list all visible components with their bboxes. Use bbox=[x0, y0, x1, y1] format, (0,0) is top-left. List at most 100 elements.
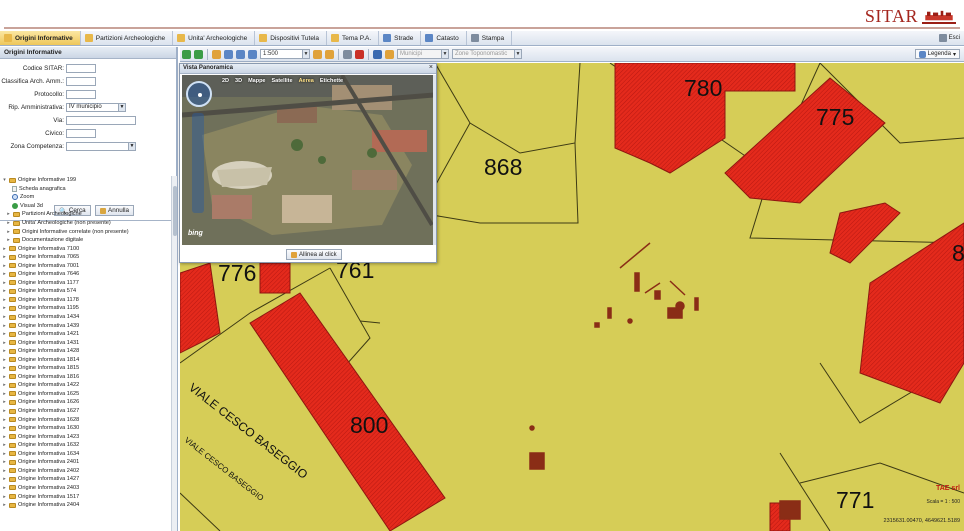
tree-node[interactable]: ▸ Origine Informativa 1517 bbox=[2, 492, 170, 501]
compass-icon[interactable] bbox=[186, 81, 212, 107]
expand-icon[interactable]: ▸ bbox=[2, 417, 7, 423]
expand-icon[interactable]: ▸ bbox=[2, 485, 7, 491]
tab-stampa[interactable]: Stampa bbox=[467, 31, 513, 45]
expand-icon[interactable]: ▸ bbox=[2, 442, 7, 448]
via-input[interactable] bbox=[66, 116, 136, 125]
expand-icon[interactable]: ▸ bbox=[2, 254, 7, 260]
tree-node[interactable]: ▸ Origine Informativa 1434 bbox=[2, 313, 170, 322]
expand-icon[interactable]: ▸ bbox=[2, 399, 7, 405]
expand-icon[interactable]: ▸ bbox=[2, 348, 7, 354]
tree-node[interactable]: ▸ Origine Informativa 1630 bbox=[2, 424, 170, 433]
tree-node[interactable]: ▸ Origine Informativa 1815 bbox=[2, 364, 170, 373]
expand-icon[interactable]: ▸ bbox=[6, 220, 11, 226]
layers-icon[interactable] bbox=[373, 49, 382, 59]
protocollo-input[interactable] bbox=[66, 90, 96, 99]
mode-etichette[interactable]: Etichette bbox=[320, 78, 343, 84]
panorama-window[interactable]: Vista Panoramica × 2D 3D Mappe Satellite… bbox=[179, 63, 437, 263]
legend-button[interactable]: Legenda ▾ bbox=[914, 49, 960, 59]
tree-child-partizioni[interactable]: ▸ Partizioni Archeologiche bbox=[2, 210, 170, 219]
pan-icon[interactable] bbox=[212, 49, 221, 59]
forward-arrow-icon[interactable] bbox=[194, 49, 203, 59]
zona-select[interactable]: ▼ bbox=[66, 142, 136, 151]
expand-icon[interactable]: ▸ bbox=[2, 365, 7, 371]
mode-3d[interactable]: 3D bbox=[235, 78, 242, 84]
tab-tema-pa[interactable]: Tema P.A. bbox=[327, 31, 380, 45]
mode-2d[interactable]: 2D bbox=[222, 78, 229, 84]
tree-child-zoom[interactable]: Zoom bbox=[2, 193, 170, 202]
info-icon[interactable] bbox=[325, 49, 334, 59]
expand-icon[interactable]: ▸ bbox=[2, 288, 7, 294]
zoom-slider[interactable] bbox=[192, 113, 204, 213]
tree-node[interactable]: ▸ Origine Informativa 1626 bbox=[2, 398, 170, 407]
expand-icon[interactable]: ▸ bbox=[2, 434, 7, 440]
tree-node[interactable]: ▸ Origine Informativa 7100 bbox=[2, 244, 170, 253]
zoom-in-icon[interactable] bbox=[236, 49, 245, 59]
collapse-icon[interactable]: ▾ bbox=[2, 177, 7, 183]
expand-icon[interactable]: ▸ bbox=[6, 237, 11, 243]
tree-node[interactable]: ▸ Origine Informativa 1431 bbox=[2, 338, 170, 347]
tree-child-correlate[interactable]: ▸ Origini Informative correlate (non pres… bbox=[2, 227, 170, 236]
tree-node[interactable]: ▸ Origine Informativa 2403 bbox=[2, 484, 170, 493]
mode-mappe[interactable]: Mappe bbox=[248, 78, 265, 84]
panorama-titlebar[interactable]: Vista Panoramica × bbox=[180, 64, 436, 74]
expand-icon[interactable]: ▸ bbox=[6, 229, 11, 235]
clear-icon[interactable] bbox=[355, 49, 364, 59]
print-map-icon[interactable] bbox=[385, 49, 394, 59]
tab-catasto[interactable]: Catasto bbox=[421, 31, 467, 45]
tree-child-documentazione[interactable]: ▸ Documentazione digitale bbox=[2, 236, 170, 245]
tab-origini-informative[interactable]: Origini Informative bbox=[0, 31, 81, 45]
tree-child-unita[interactable]: ▸ Unita' Archeologiche (non presente) bbox=[2, 219, 170, 228]
civico-input[interactable] bbox=[66, 129, 96, 138]
exit-button[interactable]: Esci bbox=[938, 34, 964, 42]
expand-icon[interactable]: ▸ bbox=[2, 502, 7, 508]
tree-node[interactable]: ▸ Origine Informativa 1423 bbox=[2, 432, 170, 441]
tree-node[interactable]: ▸ Origine Informativa 1178 bbox=[2, 296, 170, 305]
tree-node[interactable]: ▸ Origine Informativa 1195 bbox=[2, 304, 170, 313]
expand-icon[interactable]: ▸ bbox=[2, 382, 7, 388]
expand-icon[interactable]: ▸ bbox=[2, 314, 7, 320]
close-icon[interactable]: × bbox=[429, 64, 433, 71]
tab-dispositivi-tutela[interactable]: Dispositivi Tutela bbox=[255, 31, 328, 45]
scrollbar-thumb[interactable] bbox=[173, 186, 177, 236]
expand-icon[interactable]: ▸ bbox=[2, 468, 7, 474]
tab-partizioni-archeologiche[interactable]: Partizioni Archeologiche bbox=[81, 31, 174, 45]
tree-node[interactable]: ▸ Origine Informativa 1632 bbox=[2, 441, 170, 450]
expand-icon[interactable]: ▸ bbox=[2, 374, 7, 380]
zone-select[interactable]: Zone Toponomastic ▼ bbox=[452, 49, 522, 59]
tab-unita-archeologiche[interactable]: Unita' Archeologiche bbox=[173, 31, 256, 45]
tree-node[interactable]: ▸ Origine Informativa 1177 bbox=[2, 279, 170, 288]
expand-icon[interactable]: ▸ bbox=[2, 391, 7, 397]
expand-icon[interactable]: ▸ bbox=[2, 331, 7, 337]
expand-icon[interactable]: ▸ bbox=[2, 263, 7, 269]
tree-node-expanded[interactable]: ▾ Origine Informative 199 bbox=[2, 176, 170, 185]
expand-icon[interactable]: ▸ bbox=[2, 459, 7, 465]
expand-icon[interactable]: ▸ bbox=[2, 476, 7, 482]
tree-child-visual3d[interactable]: Visual 3d bbox=[2, 202, 170, 211]
codice-input[interactable] bbox=[66, 64, 96, 73]
aerial-view[interactable]: 2D 3D Mappe Satellite Aerea Etichette bi… bbox=[182, 75, 434, 245]
tree-node[interactable]: ▸ Origine Informativa 2401 bbox=[2, 458, 170, 467]
back-arrow-icon[interactable] bbox=[182, 49, 191, 59]
tree-node[interactable]: ▸ Origine Informativa 574 bbox=[2, 287, 170, 296]
tree-scrollbar[interactable] bbox=[171, 176, 177, 531]
tree-node[interactable]: ▸ Origine Informativa 7646 bbox=[2, 270, 170, 279]
expand-icon[interactable]: ▸ bbox=[2, 408, 7, 414]
tree-node[interactable]: ▸ Origine Informativa 1625 bbox=[2, 390, 170, 399]
mode-aerea[interactable]: Aerea bbox=[299, 78, 314, 84]
expand-icon[interactable]: ▸ bbox=[2, 246, 7, 252]
align-on-click-button[interactable]: Allinea al click bbox=[286, 249, 342, 260]
tree-node[interactable]: ▸ Origine Informativa 1814 bbox=[2, 355, 170, 364]
tree-node[interactable]: ▸ Origine Informativa 2402 bbox=[2, 467, 170, 476]
tree-node[interactable]: ▸ Origine Informativa 1634 bbox=[2, 450, 170, 459]
expand-icon[interactable]: ▸ bbox=[2, 305, 7, 311]
expand-icon[interactable]: ▸ bbox=[2, 494, 7, 500]
tree-node[interactable]: ▸ Origine Informativa 1421 bbox=[2, 330, 170, 339]
tree-node[interactable]: ▸ Origine Informativa 7001 bbox=[2, 261, 170, 270]
expand-icon[interactable]: ▸ bbox=[2, 425, 7, 431]
zoom-extent-icon[interactable] bbox=[224, 49, 233, 59]
expand-icon[interactable]: ▸ bbox=[2, 323, 7, 329]
expand-icon[interactable]: ▸ bbox=[2, 297, 7, 303]
tree-node[interactable]: ▸ Origine Informativa 1816 bbox=[2, 373, 170, 382]
panorama-scrollbar[interactable] bbox=[433, 75, 436, 245]
tree-node[interactable]: ▸ Origine Informativa 7065 bbox=[2, 253, 170, 262]
